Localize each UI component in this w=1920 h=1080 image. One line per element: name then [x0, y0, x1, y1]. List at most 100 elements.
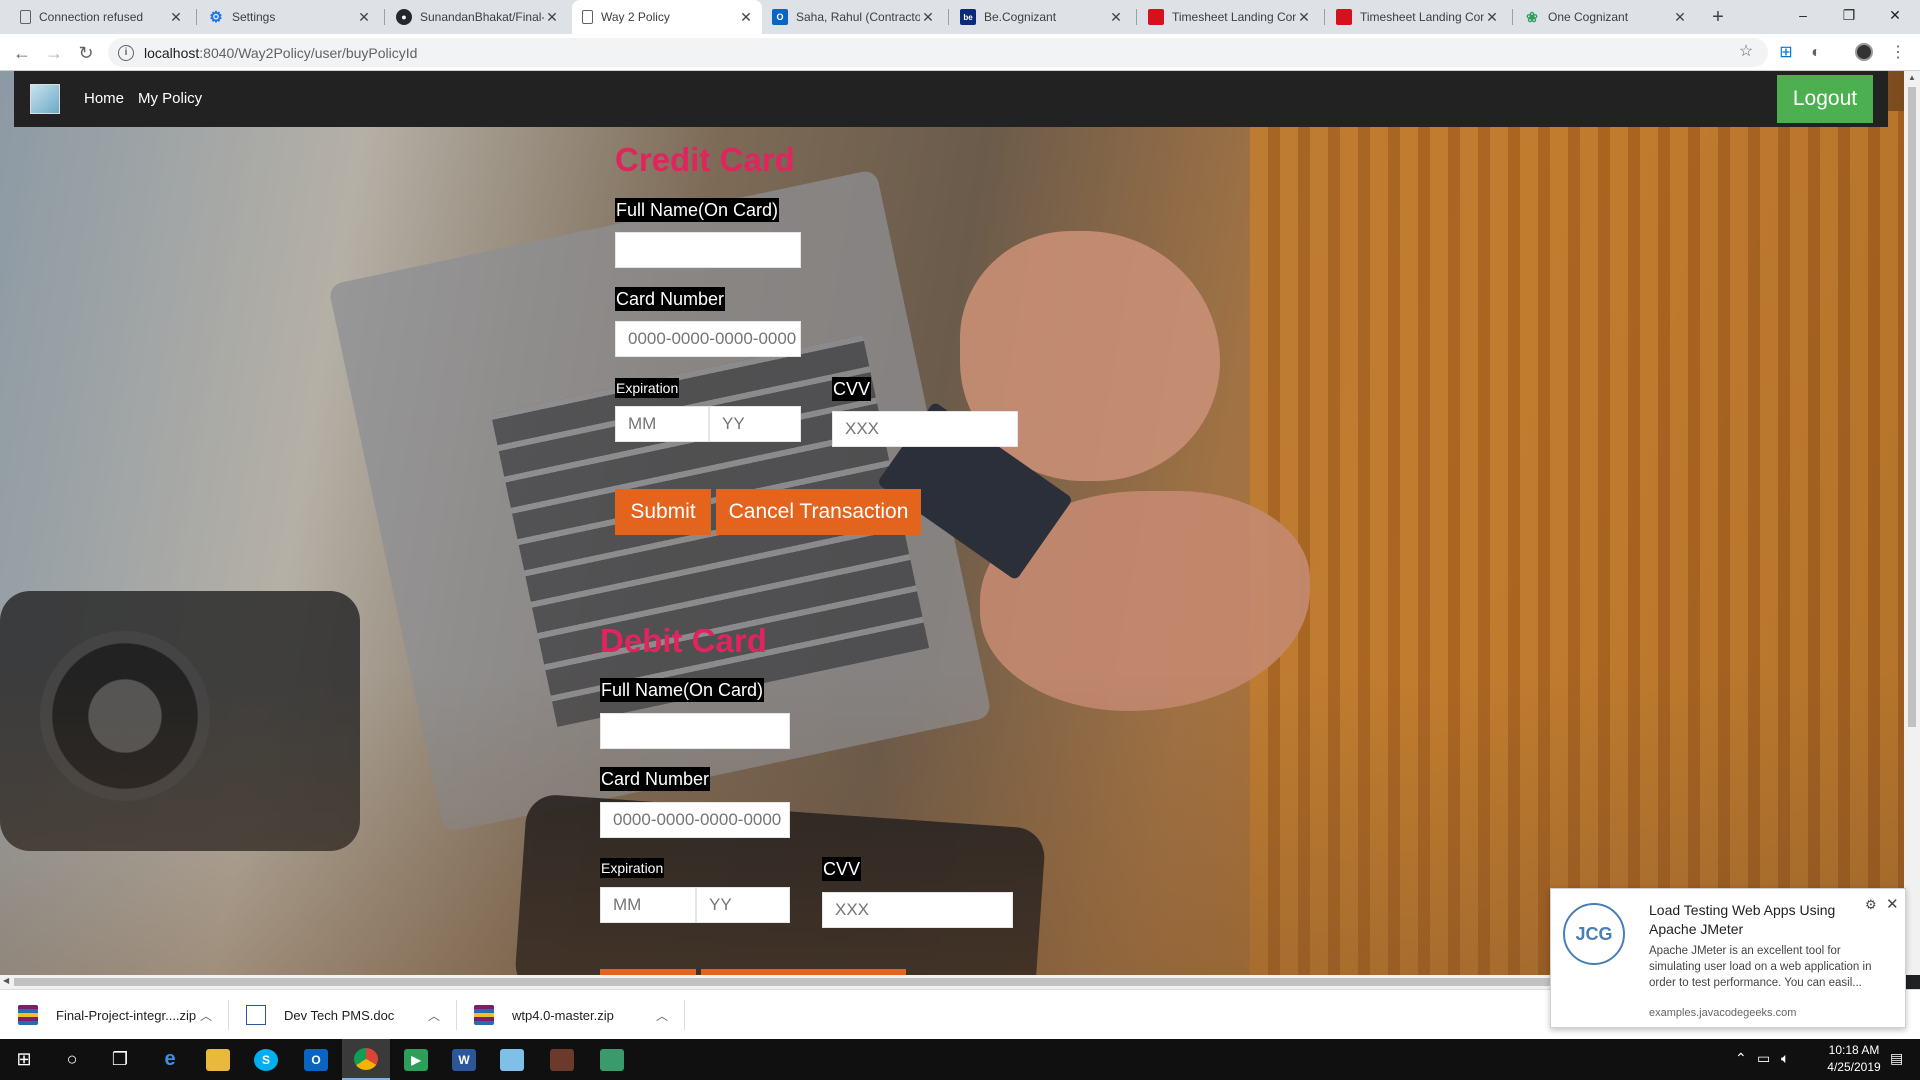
jcg-logo: JCG — [1563, 903, 1625, 965]
tab-one-cognizant[interactable]: ❀ One Cognizant ✕ — [1514, 0, 1696, 34]
onecognizant-icon: ❀ — [1526, 8, 1538, 25]
download-filename: Dev Tech PMS.doc — [284, 1007, 395, 1023]
nav-my-policy-link[interactable]: My Policy — [138, 71, 202, 127]
windows-extension-icon[interactable]: ⊞ — [1776, 43, 1796, 63]
reload-icon[interactable]: ↻ — [72, 39, 100, 67]
url-host: localhost — [144, 44, 200, 61]
tab-github[interactable]: ● SunandanBhakat/Final- ✕ — [386, 0, 568, 34]
debit-name-input[interactable] — [600, 713, 790, 749]
tab-outlook[interactable]: O Saha, Rahul (Contractor ✕ — [762, 0, 944, 34]
credit-month-input[interactable] — [615, 406, 709, 442]
credit-expiration-label: Expiration — [615, 378, 680, 398]
chevron-up-icon[interactable]: ⌃ — [1735, 1050, 1747, 1067]
browser-tab-strip: Connection refused ✕ ⚙ Settings ✕ ● Suna… — [0, 0, 1920, 34]
submit-button[interactable]: Submit — [615, 489, 711, 535]
cancel-transaction-button[interactable]: Cancel Transaction — [716, 489, 921, 535]
vertical-scrollbar[interactable]: ▲ — [1904, 71, 1920, 975]
credit-number-input[interactable] — [615, 321, 801, 357]
tab-timesheet-1[interactable]: Timesheet Landing Con ✕ — [1138, 0, 1320, 34]
address-bar[interactable]: i localhost:8040/Way2Policy/user/buyPoli… — [108, 38, 1768, 67]
close-tab-icon[interactable]: ✕ — [1672, 9, 1688, 25]
scroll-left-arrow-icon[interactable]: ◀ — [3, 976, 9, 985]
tab-title: Be.Cognizant — [984, 10, 1057, 24]
app-icon[interactable] — [588, 1039, 636, 1080]
menu-icon[interactable]: ⋮ — [1888, 43, 1908, 63]
download-item[interactable]: Final-Project-integr....zip ︿ — [18, 990, 228, 1040]
credit-cvv-input[interactable] — [832, 411, 1018, 447]
scroll-up-arrow-icon[interactable]: ▲ — [1908, 73, 1916, 82]
notification-toast[interactable]: JCG Load Testing Web Apps Using Apache J… — [1550, 888, 1906, 1028]
tab-way2policy[interactable]: Way 2 Policy ✕ — [572, 0, 762, 34]
becognizant-icon: be — [960, 9, 976, 25]
tab-connection-refused[interactable]: Connection refused ✕ — [10, 0, 192, 34]
nav-home-link[interactable]: Home — [84, 71, 124, 127]
credit-card-title: Credit Card — [615, 141, 795, 178]
tab-becognizant[interactable]: be Be.Cognizant ✕ — [950, 0, 1132, 34]
bookmark-star-icon[interactable]: ☆ — [1736, 42, 1756, 62]
download-item[interactable]: Dev Tech PMS.doc ︿ — [246, 990, 456, 1040]
tab-title: Connection refused — [39, 10, 144, 24]
debit-cvv-input[interactable] — [822, 892, 1013, 928]
chevron-up-icon[interactable]: ︿ — [200, 1007, 212, 1024]
close-tab-icon[interactable]: ✕ — [356, 9, 372, 25]
outlook-icon[interactable]: O — [292, 1039, 340, 1080]
logout-button[interactable]: Logout — [1777, 75, 1873, 123]
chrome-icon[interactable] — [342, 1039, 390, 1080]
chevron-up-icon[interactable]: ︿ — [428, 1007, 440, 1024]
windows-start-icon[interactable]: ⊞ — [0, 1039, 48, 1080]
gear-icon[interactable]: ⚙ — [1865, 897, 1877, 913]
app-logo[interactable] — [30, 84, 60, 114]
download-item[interactable]: wtp4.0-master.zip ︿ — [474, 990, 684, 1040]
info-icon[interactable]: i — [118, 44, 134, 61]
volume-icon[interactable]: 🔈︎ — [1781, 1050, 1789, 1067]
close-tab-icon[interactable]: ✕ — [920, 9, 936, 25]
credit-year-input[interactable] — [709, 406, 801, 442]
chevron-up-icon[interactable]: ︿ — [656, 1007, 668, 1024]
gear-icon: ⚙ — [209, 9, 223, 26]
task-view-icon[interactable]: ❐ — [96, 1039, 144, 1080]
tab-settings[interactable]: ⚙ Settings ✕ — [198, 0, 380, 34]
notification-source: examples.javacodegeeks.com — [1649, 1007, 1797, 1019]
close-window-button[interactable]: ✕ — [1872, 0, 1918, 30]
close-tab-icon[interactable]: ✕ — [168, 9, 184, 25]
tab-timesheet-2[interactable]: Timesheet Landing Con ✕ — [1326, 0, 1508, 34]
windows-taskbar: ⊞ ○ ❐ e S O ▶ W ⌃ ▭ 🔈︎ 10:18 AM 4/25/201… — [0, 1039, 1920, 1080]
notifications-icon[interactable]: ▤ — [1890, 1050, 1903, 1067]
debit-year-input[interactable] — [696, 887, 790, 923]
edge-icon[interactable]: e — [146, 1039, 194, 1080]
app-icon[interactable] — [538, 1039, 586, 1080]
word-icon[interactable]: W — [440, 1039, 488, 1080]
back-icon[interactable]: ← — [8, 39, 36, 67]
system-clock[interactable]: 10:18 AM 4/25/2019 — [1824, 1042, 1884, 1076]
minimize-button[interactable]: – — [1780, 0, 1826, 30]
debit-month-input[interactable] — [600, 887, 696, 923]
skype-icon[interactable]: S — [242, 1039, 290, 1080]
search-icon[interactable]: ○ — [48, 1039, 96, 1080]
clock-time: 10:18 AM — [1828, 1043, 1880, 1057]
close-icon[interactable]: ✕ — [1886, 895, 1899, 913]
close-tab-icon[interactable]: ✕ — [1296, 9, 1312, 25]
debit-card-title: Debit Card — [600, 622, 767, 659]
page-icon — [582, 10, 593, 24]
page-viewport: Home My Policy Logout Credit Card Full N… — [0, 71, 1920, 975]
github-icon: ● — [396, 9, 412, 25]
close-tab-icon[interactable]: ✕ — [544, 9, 560, 25]
page-icon — [20, 10, 31, 24]
network-icon[interactable]: ▭ — [1757, 1050, 1770, 1067]
extension-icon[interactable]: ◐ — [1806, 43, 1826, 63]
profile-avatar[interactable] — [1854, 43, 1874, 63]
close-tab-icon[interactable]: ✕ — [1484, 9, 1500, 25]
notepad-icon[interactable] — [488, 1039, 536, 1080]
close-tab-icon[interactable]: ✕ — [1108, 9, 1124, 25]
download-filename: wtp4.0-master.zip — [512, 1007, 614, 1023]
media-app-icon[interactable]: ▶ — [392, 1039, 440, 1080]
maximize-button[interactable]: ❐ — [1826, 0, 1872, 30]
forward-icon[interactable]: → — [40, 39, 68, 67]
debit-expiration-label: Expiration — [600, 858, 665, 878]
debit-number-input[interactable] — [600, 802, 790, 838]
file-explorer-icon[interactable] — [194, 1039, 242, 1080]
new-tab-button[interactable]: + — [1704, 5, 1732, 29]
vertical-scroll-thumb[interactable] — [1908, 87, 1916, 727]
close-tab-icon[interactable]: ✕ — [738, 9, 754, 25]
credit-name-input[interactable] — [615, 232, 801, 268]
